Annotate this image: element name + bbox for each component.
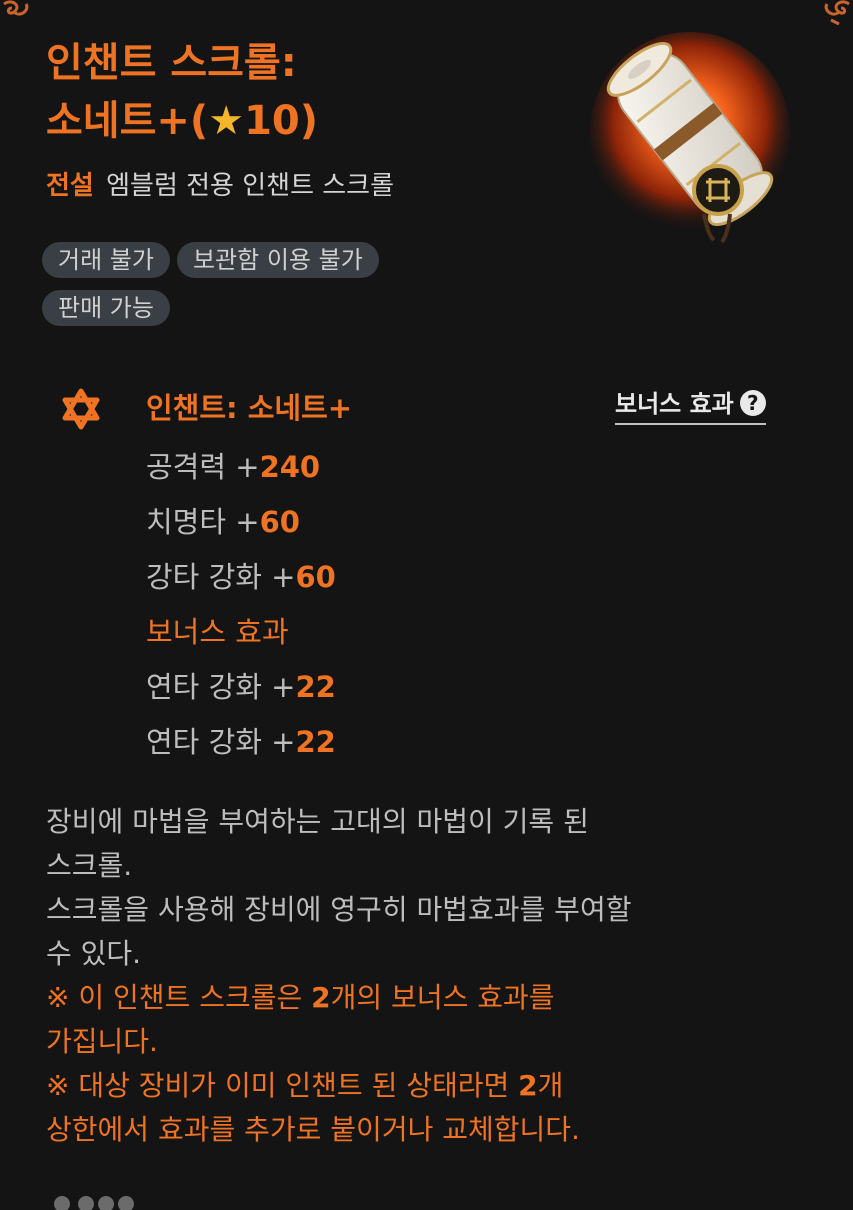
tag-no-storage: 보관함 이용 불가: [176, 242, 379, 278]
stat-value: 60: [295, 560, 336, 594]
item-title-suffix: ): [299, 98, 319, 144]
stat-value: 22: [295, 725, 336, 759]
stat-critical: 치명타 +60: [146, 495, 336, 550]
corner-ornament-left-icon: [3, 0, 29, 16]
item-description: 장비에 마법을 부여하는 고대의 마법이 기록 된 스크롤. 스크롤을 사용해 …: [46, 800, 826, 1152]
description-line: 수 있다.: [46, 937, 142, 970]
stat-value: 240: [259, 450, 321, 484]
stat-value: 60: [259, 505, 300, 539]
description-line: 스크롤.: [46, 849, 133, 882]
scroll-icon: [590, 32, 790, 244]
description-line: 장비에 마법을 부여하는 고대의 마법이 기록 된: [46, 805, 589, 838]
note-number: 2: [518, 1069, 538, 1102]
item-subtitle: 전설 엠블럼 전용 인챈트 스크롤: [46, 168, 394, 204]
replace-note: ※ 대상 장비가 이미 인챈트 된 상태라면 2개: [46, 1064, 826, 1108]
tag-no-trade: 거래 불가: [42, 242, 170, 278]
stat-smash: 강타 강화 +60: [146, 550, 336, 605]
note-number: 2: [311, 981, 331, 1014]
help-icon[interactable]: ?: [739, 390, 766, 416]
item-tags: 거래 불가 보관함 이용 불가 판매 가능: [42, 242, 482, 338]
cut-off-content: [54, 1196, 134, 1210]
bonus-effect-header: 보너스 효과: [146, 615, 289, 649]
note-text: 개: [537, 1069, 564, 1102]
star-of-david-icon: [62, 388, 100, 430]
note-text: ※ 대상 장비가 이미 인챈트 된 상태라면: [46, 1069, 519, 1102]
description-line: 스크롤을 사용해 장비에 영구히 마법효과를 부여할: [46, 893, 632, 926]
star-icon: ★: [208, 98, 245, 144]
tag-sellable: 판매 가능: [42, 290, 170, 326]
bonus-count-note-line2: 가집니다.: [46, 1025, 158, 1058]
bonus-count-note: ※ 이 인챈트 스크롤은 2개의 보너스 효과를: [46, 976, 826, 1020]
stat-value: 22: [295, 670, 336, 704]
stat-label: 공격력 +: [146, 450, 260, 484]
item-type: 엠블럼 전용 인챈트 스크롤: [106, 171, 395, 201]
item-title: 인챈트 스크롤: 소네트+(★10): [46, 34, 318, 150]
item-grade: 전설: [46, 171, 94, 201]
stat-attack: 공격력 +240: [146, 440, 336, 495]
stat-list: 공격력 +240 치명타 +60 강타 강화 +60 보너스 효과 연타 강화 …: [146, 440, 336, 770]
item-title-level: 10: [244, 98, 300, 144]
item-title-line1: 인챈트 스크롤:: [46, 40, 297, 86]
stat-label: 강타 강화 +: [146, 560, 296, 594]
bonus-effect-link-label: 보너스 효과: [615, 390, 734, 418]
enchant-name: 인챈트: 소네트+: [146, 391, 353, 425]
bonus-effect-link[interactable]: 보너스 효과?: [615, 389, 766, 425]
stat-label: 치명타 +: [146, 505, 260, 539]
item-title-name: 소네트+(: [46, 98, 209, 144]
corner-ornament-right-icon: [824, 0, 850, 26]
replace-note-line2: 상한에서 효과를 추가로 붙이거나 교체합니다.: [46, 1113, 580, 1146]
stat-label: 연타 강화 +: [146, 670, 296, 704]
note-text: 개의 보너스 효과를: [330, 981, 555, 1014]
note-text: ※ 이 인챈트 스크롤은: [46, 981, 312, 1014]
bonus-stat-combo-2: 연타 강화 +22: [146, 715, 336, 770]
bonus-stat-combo-1: 연타 강화 +22: [146, 660, 336, 715]
stat-label: 연타 강화 +: [146, 725, 296, 759]
